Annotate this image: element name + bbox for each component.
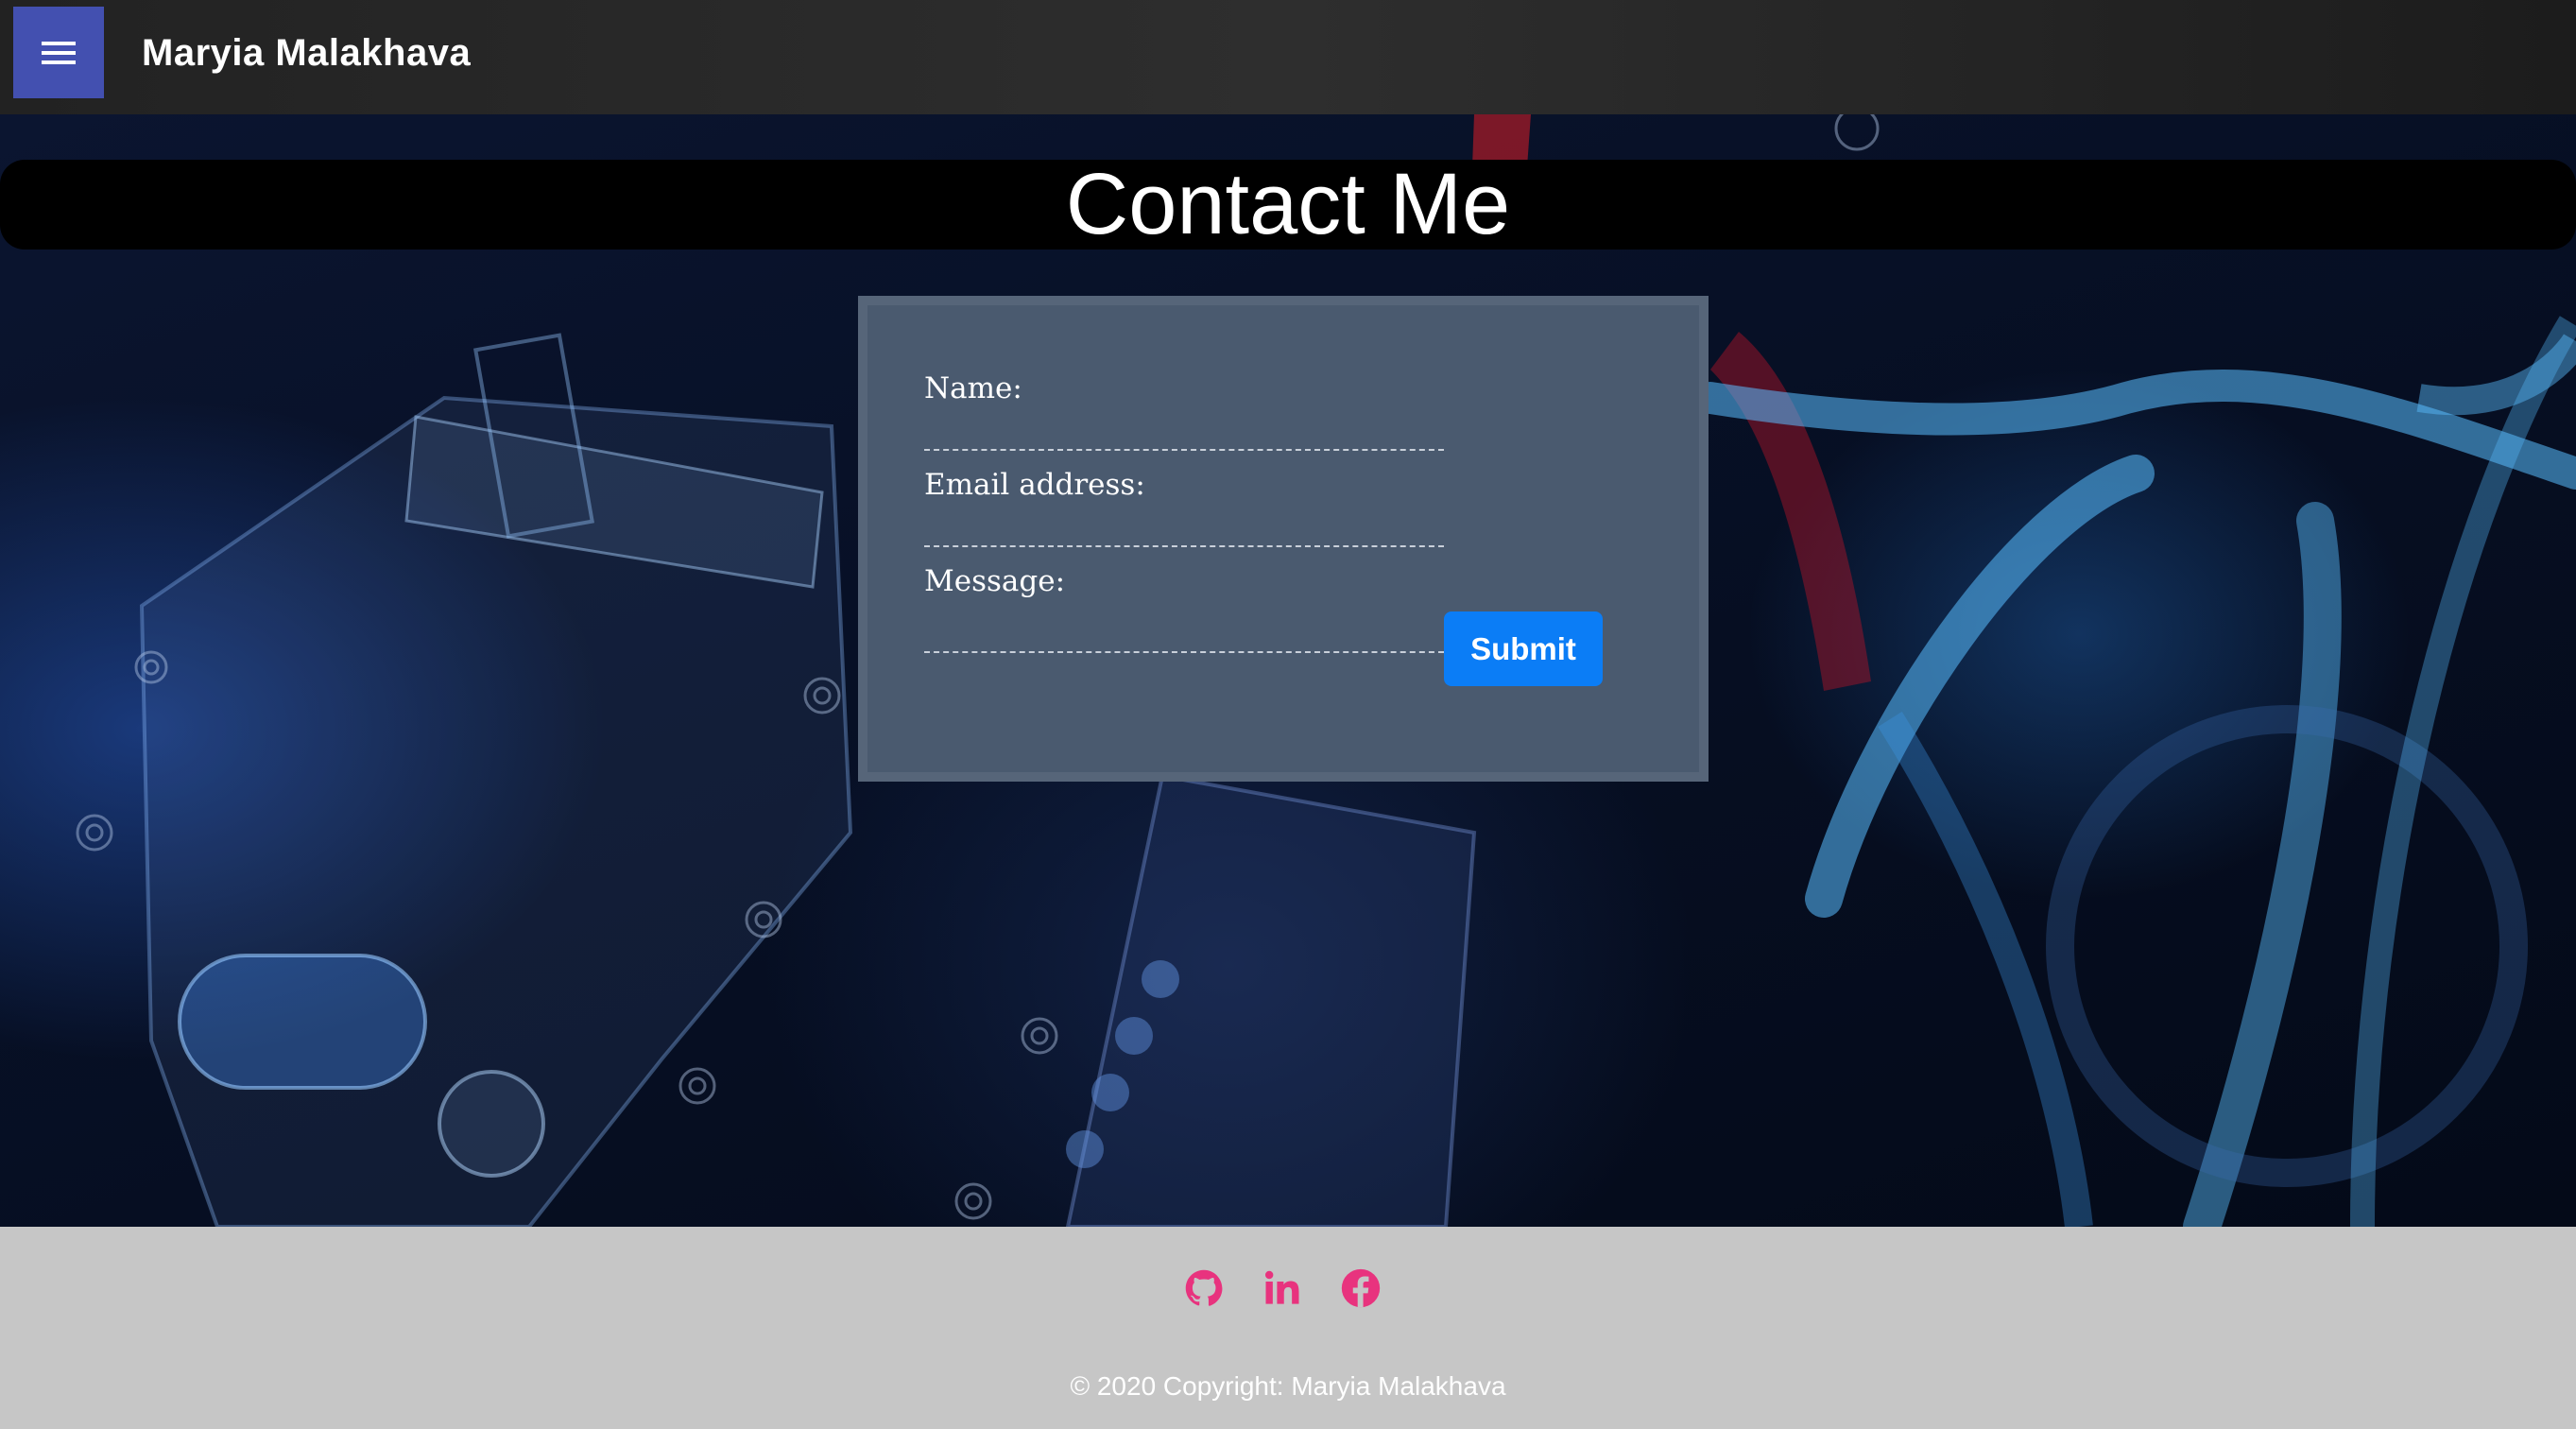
email-label: Email address: — [924, 468, 1145, 502]
name-label: Name: — [924, 371, 1022, 405]
navbar: Maryia Malakhava — [0, 0, 2576, 114]
github-link[interactable] — [1180, 1265, 1228, 1312]
message-input[interactable] — [924, 610, 1444, 653]
github-icon — [1185, 1269, 1223, 1306]
submit-button[interactable]: Submit — [1444, 611, 1603, 686]
linkedin-icon — [1264, 1270, 1299, 1304]
copyright-text: © 2020 Copyright: Maryia Malakhava — [1070, 1371, 1506, 1401]
contact-form: Name: Email address: Message: Submit — [858, 296, 1709, 782]
hamburger-icon — [42, 41, 76, 64]
facebook-icon — [1341, 1268, 1381, 1308]
page-title: Contact Me — [1065, 156, 1511, 252]
name-input[interactable] — [924, 411, 1444, 451]
facebook-link[interactable] — [1337, 1265, 1384, 1312]
linkedin-link[interactable] — [1259, 1265, 1306, 1312]
footer: © 2020 Copyright: Maryia Malakhava — [0, 1227, 2576, 1429]
menu-button[interactable] — [13, 7, 104, 98]
email-input[interactable] — [924, 508, 1444, 547]
message-label: Message: — [924, 564, 1066, 598]
brand-name[interactable]: Maryia Malakhava — [142, 28, 471, 77]
